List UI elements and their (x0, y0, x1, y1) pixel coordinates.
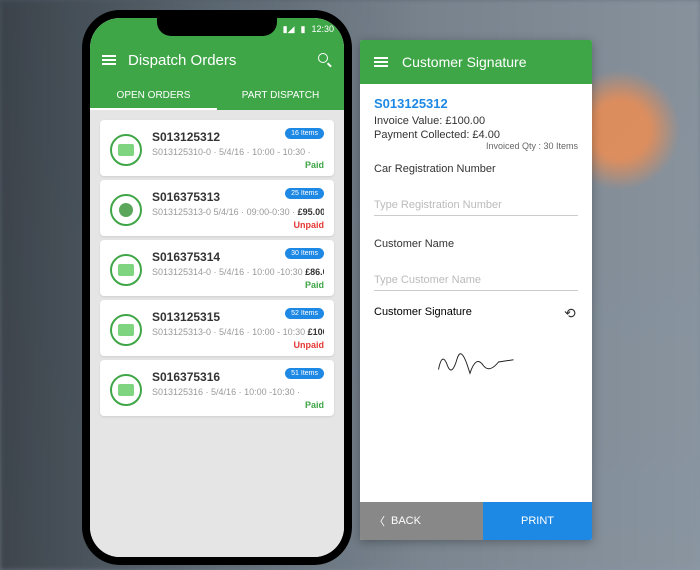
signature-label: Customer Signature (374, 306, 472, 318)
print-label: PRINT (521, 515, 554, 527)
order-icon (110, 374, 142, 406)
invoice-value: Invoice Value: £100.00 (374, 115, 578, 127)
refresh-icon[interactable] (564, 305, 578, 319)
chevron-left-icon: 〈 (374, 513, 385, 529)
payment-status: Paid (305, 280, 324, 290)
items-badge: 25 Items (285, 188, 324, 199)
order-icon (110, 314, 142, 346)
order-row[interactable]: S013125312 S013125310-0 · 5/4/16 · 10:00… (100, 120, 334, 176)
order-icon (110, 194, 142, 226)
phone-customer-signature: Customer Signature S013125312 Invoice Va… (360, 40, 592, 540)
app-bar-dispatch: Dispatch Orders (90, 40, 344, 80)
order-row[interactable]: S016375314 S013125314-0 · 5/4/16 · 10:00… (100, 240, 334, 296)
order-number-link[interactable]: S013125312 (374, 96, 578, 111)
tab-open-orders[interactable]: OPEN ORDERS (90, 80, 217, 110)
phone-notch (157, 18, 277, 36)
payment-status: Paid (305, 400, 324, 410)
page-title: Customer Signature (402, 54, 527, 70)
tab-part-dispatch[interactable]: PART DISPATCH (217, 80, 344, 110)
print-button[interactable]: PRINT (483, 502, 592, 540)
payment-status: Unpaid (294, 220, 325, 230)
payment-status: Unpaid (294, 340, 325, 350)
signal-icon: ▮◢ (283, 24, 295, 35)
order-row[interactable]: S013125315 S013125313-0 · 5/4/16 · 10:00… (100, 300, 334, 356)
menu-icon[interactable] (102, 55, 116, 65)
bottom-bar: 〈 BACK PRINT (360, 502, 592, 540)
items-badge: 16 Items (285, 128, 324, 139)
signature-canvas[interactable] (374, 337, 578, 387)
items-badge: 51 Items (285, 368, 324, 379)
orders-list[interactable]: S013125312 S013125310-0 · 5/4/16 · 10:00… (90, 110, 344, 557)
items-badge: 52 Items (285, 308, 324, 319)
order-detail: S013125314-0 · 5/4/16 · 10:00 -10:30 £86… (152, 267, 324, 277)
payment-collected: Payment Collected: £4.00 Invoiced Qty : … (374, 129, 578, 141)
signature-drawing (431, 342, 521, 382)
status-time: 12:30 (311, 24, 334, 34)
customer-name-input[interactable]: Type Customer Name (374, 270, 578, 291)
back-label: BACK (391, 515, 421, 527)
page-title: Dispatch Orders (128, 52, 306, 69)
car-reg-input[interactable]: Type Registration Number (374, 195, 578, 216)
order-icon (110, 134, 142, 166)
order-detail: S013125316 · 5/4/16 · 10:00 -10:30 · (152, 387, 324, 397)
order-detail: S013125313-0 · 5/4/16 · 10:00 - 10:30 £1… (152, 327, 324, 337)
menu-icon[interactable] (374, 57, 388, 67)
order-row[interactable]: S016375316 S013125316 · 5/4/16 · 10:00 -… (100, 360, 334, 416)
customer-name-label: Customer Name (374, 238, 578, 250)
tab-label: OPEN ORDERS (117, 90, 191, 101)
tab-label: PART DISPATCH (242, 90, 319, 101)
payment-status: Paid (305, 160, 324, 170)
order-row[interactable]: S016375313 S013125313-0 5/4/16 · 09:00-0… (100, 180, 334, 236)
app-bar-signature: Customer Signature (360, 40, 592, 84)
battery-icon: ▮ (301, 24, 306, 35)
tabs: OPEN ORDERS PART DISPATCH (90, 80, 344, 110)
phone-dispatch-orders: ▮◢ ▮ 12:30 Dispatch Orders OPEN ORDERS P… (82, 10, 352, 565)
order-icon (110, 254, 142, 286)
items-badge: 30 Items (285, 248, 324, 259)
search-icon[interactable] (318, 53, 332, 67)
order-detail: S013125310-0 · 5/4/16 · 10:00 - 10:30 · (152, 147, 324, 157)
invoiced-qty: Invoiced Qty : 30 Items (486, 141, 578, 151)
order-detail: S013125313-0 5/4/16 · 09:00-0:30 · £95.0… (152, 207, 324, 217)
car-reg-label: Car Registration Number (374, 163, 578, 175)
back-button[interactable]: 〈 BACK (360, 502, 483, 540)
